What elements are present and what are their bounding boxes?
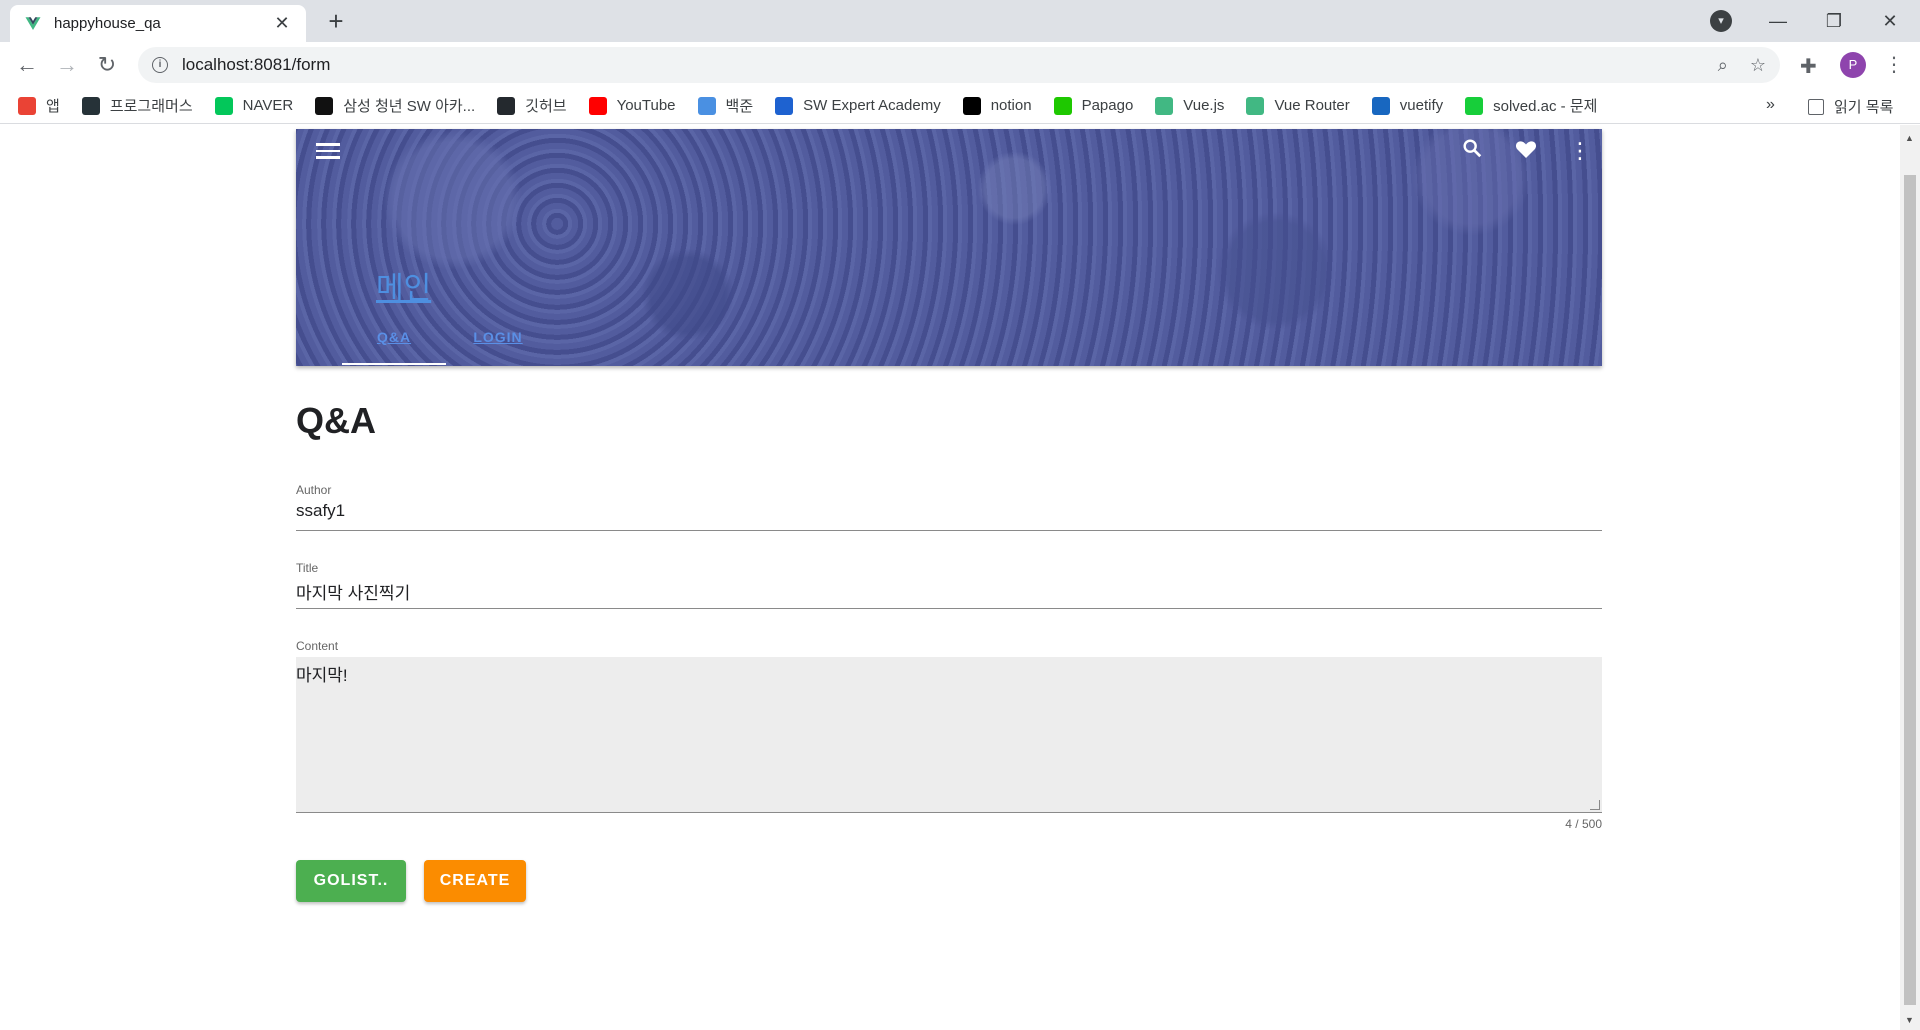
bookmark-item[interactable]: 깃허브 [497,95,567,116]
reading-list-label: 읽기 목록 [1834,99,1894,116]
content-text: 마지막! [296,666,348,685]
tab-title: happyhouse_qa [54,15,161,32]
bookmark-item[interactable]: YouTube [588,96,676,115]
tab-search-icon[interactable]: ▾ [1710,10,1732,32]
restore-icon[interactable]: ❐ [1806,0,1862,42]
bookmark-favicon-icon [697,96,716,115]
title-input[interactable]: 마지막 사진찍기 [296,579,1602,609]
bookmark-star-icon[interactable]: ☆ [1750,55,1766,76]
bookmark-favicon-icon [1155,96,1174,115]
bookmark-favicon-icon [1371,96,1390,115]
author-input[interactable]: ssafy1 [296,501,1602,531]
bookmark-label: vuetify [1399,97,1444,114]
window-close-icon[interactable]: ✕ [1862,0,1918,42]
reading-list-icon [1808,98,1824,115]
bookmark-label: 프로그래머스 [109,98,193,115]
heart-icon[interactable] [1512,137,1540,165]
bookmark-favicon-icon [962,96,981,115]
bookmark-item[interactable]: 앱 [18,95,60,116]
create-button[interactable]: CREATE [424,860,526,902]
browser-toolbar: ← → ↻ i localhost:8081/form ⌕ ☆ ✚ P ⋮ [0,42,1920,88]
scroll-thumb[interactable] [1904,175,1916,1005]
bookmark-favicon-icon [18,96,36,115]
bookmark-label: solved.ac - 문제 [1493,98,1598,115]
zoom-icon[interactable]: ⌕ [1718,55,1728,76]
bookmark-item[interactable]: Vue Router [1246,96,1350,115]
site-info-icon[interactable]: i [152,57,168,73]
bookmark-label: 깃허브 [525,98,567,115]
bookmark-item[interactable]: notion [962,96,1032,115]
bookmarks-bar: 앱 프로그래머스 NAVER 삼성 청년 SW 아카... 깃허브 YouTube 백준 SW… [0,88,1920,124]
vue-logo-icon [25,16,41,30]
author-field[interactable]: Author ssafy1 [296,483,1602,531]
bookmarks-more-button[interactable]: » [1766,96,1775,114]
golist-button[interactable]: GOLIST.. [296,860,406,902]
bookmark-item[interactable]: SW Expert Academy [775,96,941,115]
close-icon[interactable]: ✕ [272,13,292,34]
bookmark-label: Vue Router [1274,97,1350,114]
bookmark-item[interactable]: 백준 [697,95,754,116]
bookmark-item[interactable]: solved.ac - 문제 [1465,95,1597,116]
bookmark-favicon-icon [775,96,794,115]
address-bar[interactable]: i localhost:8081/form ⌕ ☆ [138,47,1780,83]
bookmark-favicon-icon [315,96,334,115]
bookmark-label: 앱 [46,98,60,115]
bookmark-favicon-icon [497,96,516,115]
profile-avatar[interactable]: P [1840,52,1866,78]
url-text[interactable]: localhost:8081/form [182,55,1696,75]
forward-icon[interactable]: → [52,50,82,80]
bookmark-favicon-icon [1246,96,1265,115]
bookmark-label: SW Expert Academy [803,97,941,114]
minimize-icon[interactable]: — [1750,0,1806,42]
content-textarea[interactable]: 마지막! [296,657,1602,813]
scroll-up-icon[interactable]: ▲ [1905,133,1914,143]
tab-qna[interactable]: Q&A [342,319,446,365]
search-icon[interactable] [1458,137,1486,165]
browser-tabstrip: happyhouse_qa ✕ + ▾ — ❐ ✕ [0,0,1920,42]
scroll-down-icon[interactable]: ▼ [1905,1015,1914,1025]
page-viewport: ⋮ 메인 Q&A LOGIN Q&A Author ssafy1 Title 마… [0,125,1900,1030]
tab-login[interactable]: LOGIN [446,319,550,365]
bookmark-item[interactable]: 삼성 청년 SW 아카... [315,95,475,116]
char-counter: 4 / 500 [1565,817,1602,831]
bookmark-favicon-icon [214,96,233,115]
resize-handle-icon[interactable] [1590,800,1600,810]
title-field[interactable]: Title 마지막 사진찍기 [296,561,1602,609]
content-field[interactable]: Content 마지막! [296,639,1602,813]
browser-tab[interactable]: happyhouse_qa ✕ [10,5,306,42]
new-tab-button[interactable]: + [322,8,350,36]
menu-icon[interactable] [316,139,340,163]
page-scrollbar[interactable]: ▲ ▼ [1900,125,1920,1030]
bookmark-label: notion [990,97,1032,114]
author-label: Author [296,483,332,497]
title-label: Title [296,561,319,575]
header-tabs: Q&A LOGIN [342,319,550,365]
bookmark-favicon-icon [1053,96,1072,115]
bookmark-item[interactable]: vuetify [1371,96,1444,115]
reload-icon[interactable]: ↻ [92,50,122,80]
back-icon[interactable]: ← [12,50,42,80]
bookmark-label: Papago [1081,97,1134,114]
bookmark-item[interactable]: Papago [1053,96,1134,115]
content-label: Content [296,639,339,653]
bookmark-label: YouTube [616,97,676,114]
page-title: Q&A [296,400,376,441]
bookmark-label: NAVER [242,97,294,114]
bookmark-favicon-icon [81,96,100,115]
bookmark-favicon-icon [588,96,607,115]
reading-list-button[interactable]: 읽기 목록 [1808,96,1893,117]
bookmark-item[interactable]: NAVER [214,96,294,115]
bookmark-favicon-icon [1465,96,1484,115]
bookmark-label: 삼성 청년 SW 아카... [343,98,476,115]
extensions-icon[interactable]: ✚ [1800,54,1817,79]
browser-menu-icon[interactable]: ⋮ [1884,52,1904,77]
bookmark-item[interactable]: 프로그래머스 [81,95,193,116]
bookmark-label: 백준 [725,98,754,115]
app-header: ⋮ 메인 Q&A LOGIN [296,129,1602,366]
more-vert-icon[interactable]: ⋮ [1566,137,1594,165]
bookmark-item[interactable]: Vue.js [1155,96,1225,115]
bookmark-label: Vue.js [1183,97,1225,114]
brand-link[interactable]: 메인 [376,263,431,307]
